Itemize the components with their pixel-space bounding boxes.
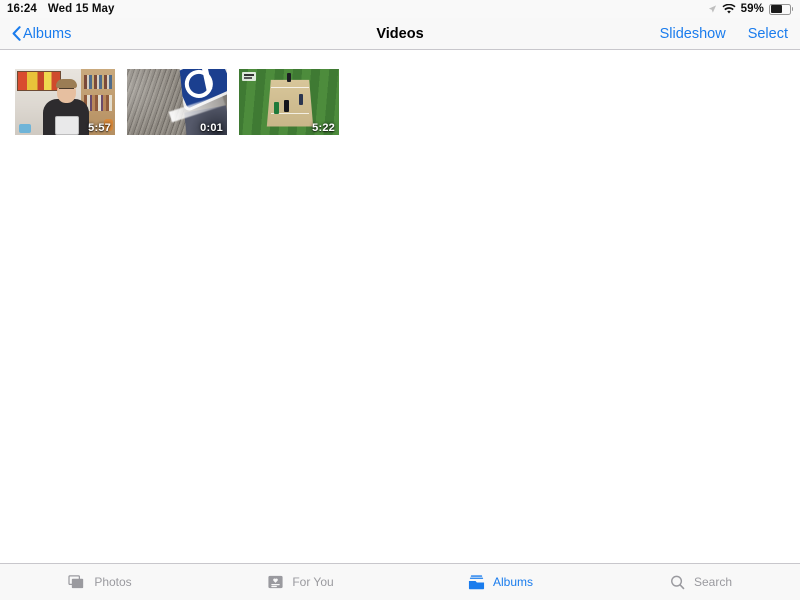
wifi-icon [722, 3, 736, 15]
slideshow-button[interactable]: Slideshow [660, 26, 726, 42]
video-thumbnail-1[interactable]: 5:57 [15, 69, 115, 135]
video-thumbnail-3[interactable]: 5:22 [239, 69, 339, 135]
tab-for-you-label: For You [292, 575, 334, 589]
status-bar-right: 59% [708, 3, 793, 15]
photos-app-window: 16:24 Wed 15 May 59% Albums Videos Slide… [0, 0, 800, 600]
chevron-left-icon [12, 26, 21, 41]
tab-albums-label: Albums [492, 575, 533, 589]
broadcast-logo-icon [242, 72, 256, 81]
tab-albums[interactable]: Albums [400, 564, 600, 600]
for-you-card-icon [266, 574, 285, 591]
battery-icon [769, 3, 793, 15]
location-arrow-icon [708, 4, 717, 14]
status-bar-left: 16:24 Wed 15 May [7, 3, 115, 15]
videos-content-area: 5:57 0:01 5:22 [0, 50, 800, 563]
status-time: 16:24 [7, 3, 37, 15]
back-button-label: Albums [23, 25, 72, 42]
video-duration-label: 0:01 [200, 122, 223, 134]
select-button[interactable]: Select [748, 26, 788, 42]
video-thumbnail-2[interactable]: 0:01 [127, 69, 227, 135]
status-date: Wed 15 May [47, 3, 115, 15]
tab-for-you[interactable]: For You [200, 564, 400, 600]
tab-photos[interactable]: Photos [0, 564, 200, 600]
back-button-albums[interactable]: Albums [12, 26, 71, 42]
tab-photos-label: Photos [94, 575, 132, 589]
tab-search-label: Search [693, 575, 733, 589]
navigation-bar-actions: Slideshow Select [660, 26, 788, 42]
tab-bar: Photos For You Albums Search [0, 563, 800, 600]
status-bar: 16:24 Wed 15 May 59% [0, 0, 800, 18]
video-thumbnail-grid: 5:57 0:01 5:22 [0, 50, 800, 135]
tab-search[interactable]: Search [600, 564, 800, 600]
battery-percentage: 59% [740, 3, 764, 15]
albums-folder-icon [467, 574, 486, 591]
video-duration-label: 5:22 [312, 122, 335, 134]
search-magnifier-icon [668, 574, 687, 591]
navigation-bar: Albums Videos Slideshow Select [0, 18, 800, 50]
video-duration-label: 5:57 [88, 122, 111, 134]
photos-stack-icon [68, 574, 87, 591]
